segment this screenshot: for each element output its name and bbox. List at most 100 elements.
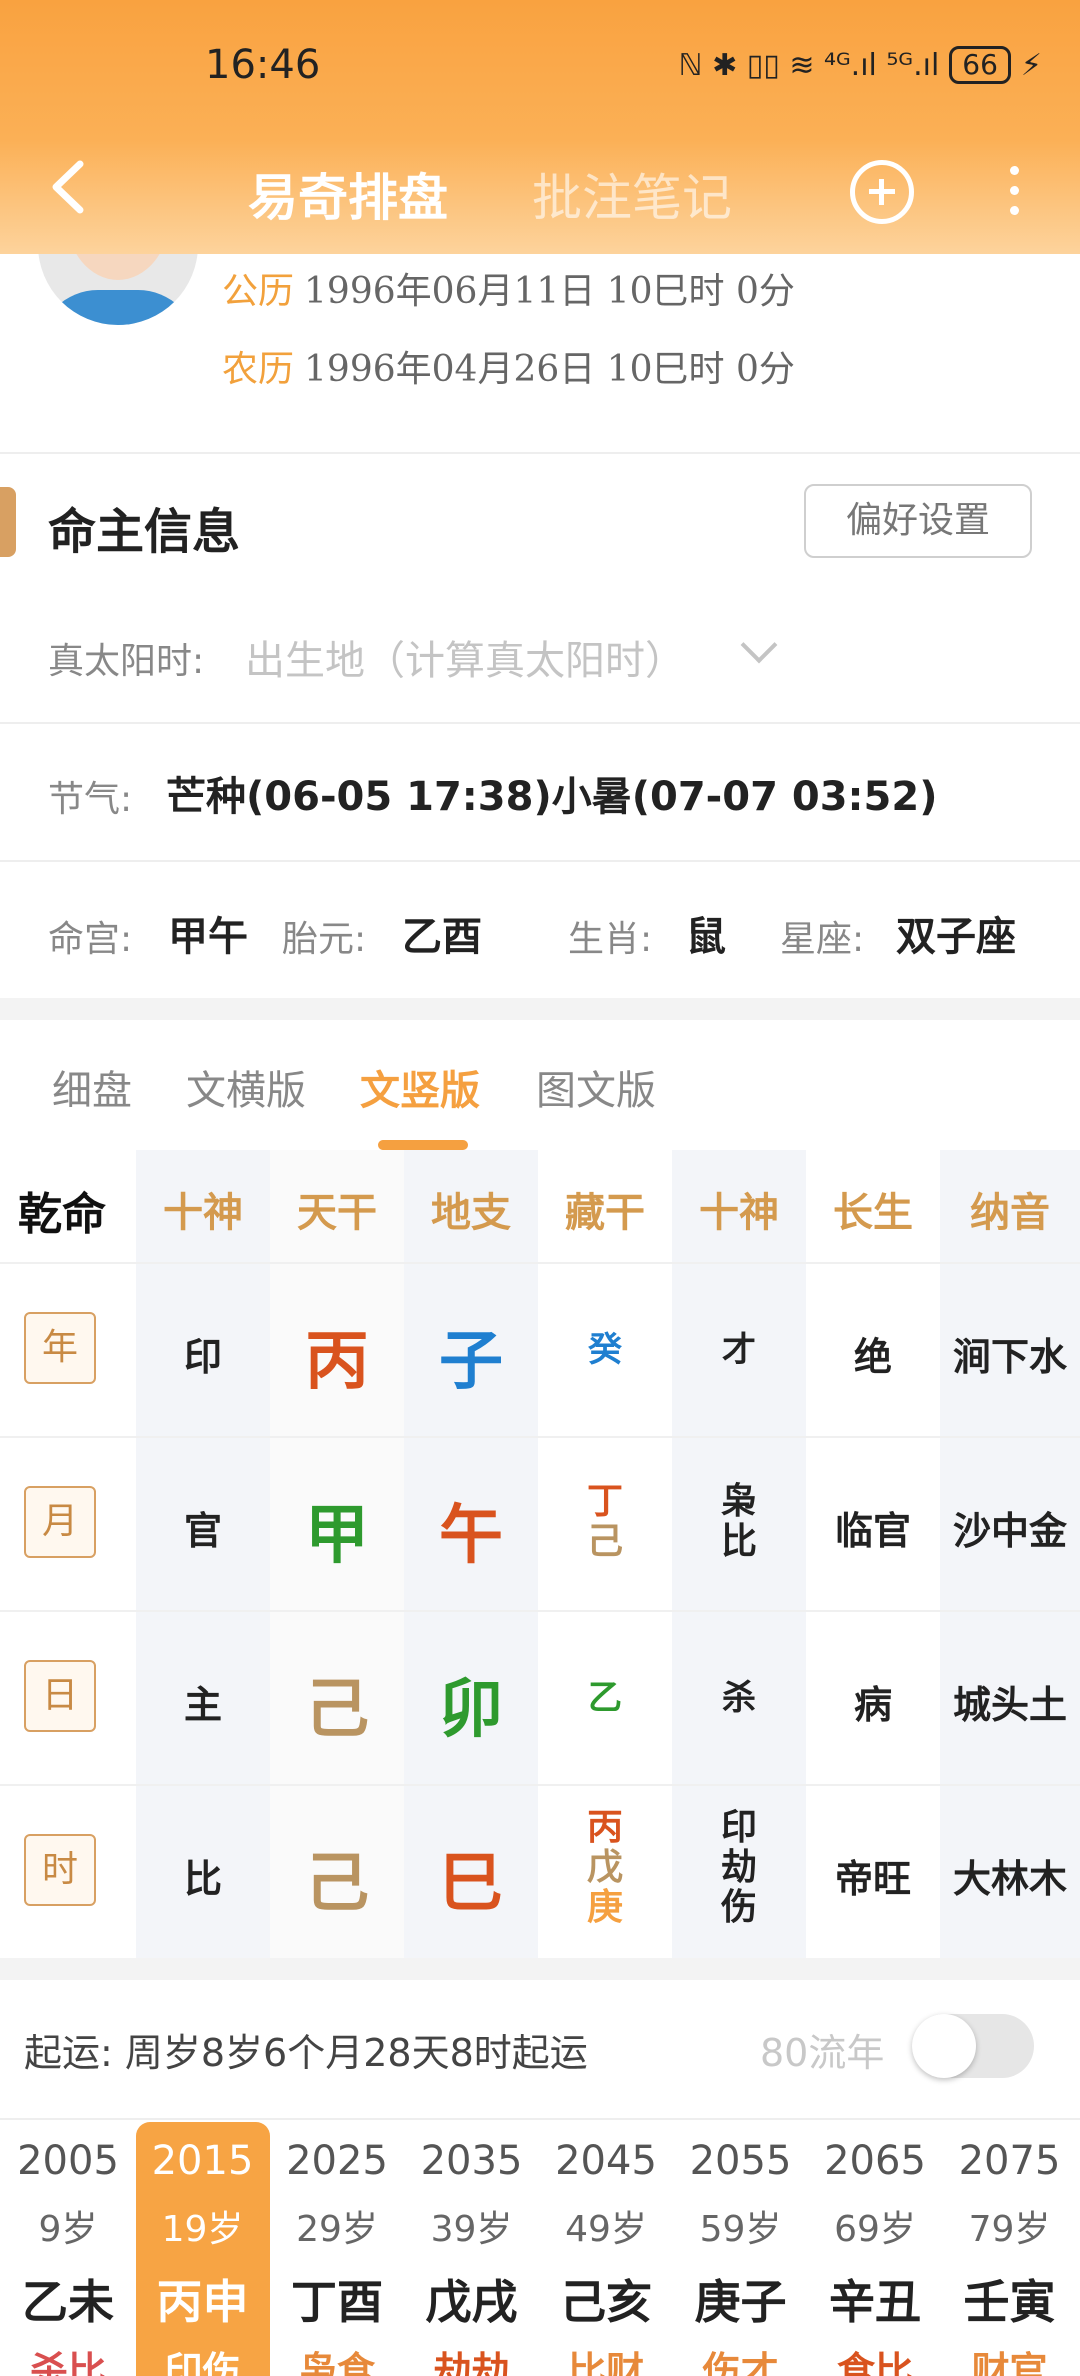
gan-month: 甲 [305, 1499, 369, 1573]
pillar-hour: 时 [24, 1834, 96, 1906]
dayun-ganzhi: 乙未 [22, 2275, 114, 2329]
dayun-year: 2025 [286, 2138, 388, 2184]
dayun-column[interactable]: 2035 39岁 戊戌 劫劫 [405, 2122, 539, 2376]
app-header: 16:46 ℕ ✱ ▯▯ ≋ ⁴ᴳ.ıl ⁵ᴳ.ıl 66 ⚡ 易奇排盘 批注笔… [0, 0, 1080, 254]
shishen2-item: 劫 [720, 1847, 757, 1888]
section-gap [0, 1958, 1080, 1980]
dayun-age: 79岁 [968, 2209, 1051, 2250]
pillar-day: 日 [24, 1660, 96, 1732]
dayun-year: 2065 [824, 2138, 926, 2184]
zhi-year: 子 [439, 1325, 503, 1399]
chevron-down-icon[interactable] [740, 626, 778, 664]
solar-label: 公历 [222, 271, 295, 312]
divider [0, 722, 1080, 724]
dayun-age: 49岁 [565, 2209, 647, 2250]
shishen-hour: 比 [183, 1857, 222, 1901]
lunar-value: 1996年04月26日 10巳时 0分 [304, 349, 795, 390]
add-circle-icon[interactable] [850, 160, 914, 224]
shishen2-hour: 印 劫 伤 [672, 1808, 806, 1928]
dayun-column[interactable]: 2025 29岁丁酉枭食 [270, 2122, 404, 2376]
solar-value: 1996年06月11日 10巳时 0分 [304, 271, 795, 312]
liunian-toggle[interactable] [912, 2014, 1034, 2078]
canggan-item: 庚 [586, 1887, 623, 1928]
active-tab-indicator [378, 1140, 468, 1150]
gan-day: 己 [305, 1673, 369, 1747]
row-divider [0, 1610, 1080, 1612]
dayun-column[interactable]: 2075 79岁壬寅财官 [943, 2122, 1077, 2376]
dayun-age: 19岁 [161, 2209, 244, 2250]
dayun-ganzhi: 丁酉 [291, 2275, 383, 2329]
xingzuo-label: 星座: [780, 919, 865, 960]
dayun-column[interactable]: 2065 69岁 辛丑 食比 [808, 2122, 942, 2376]
header-dizhi: 地支 [431, 1190, 511, 1236]
shishen2-item: 印 [720, 1807, 757, 1848]
divider [0, 2118, 1080, 2120]
tab-wenshu[interactable]: 文竖版 [360, 1058, 480, 1116]
nav-bar: 易奇排盘 批注笔记 [0, 130, 1080, 250]
divider [0, 860, 1080, 862]
dayun-shishen: 比财 [567, 2349, 644, 2376]
shishen-month: 官 [183, 1509, 222, 1553]
dayun-year: 2015 [151, 2138, 254, 2184]
tab-notes[interactable]: 批注笔记 [532, 158, 732, 230]
lunar-label: 农历 [222, 349, 295, 390]
back-arrow-icon[interactable] [40, 152, 100, 222]
battery-icon: 66 [949, 46, 1011, 84]
shishen2-item: 枭 [720, 1481, 757, 1522]
pillar-month: 月 [24, 1486, 96, 1558]
shishen-year: 印 [183, 1335, 222, 1379]
tab-xipan[interactable]: 细盘 [52, 1058, 132, 1116]
tab-paipan[interactable]: 易奇排盘 [248, 158, 448, 230]
more-vertical-icon[interactable] [1004, 166, 1024, 226]
shishen2-item: 伤 [720, 1887, 757, 1928]
dayun-year: 2005 [17, 2138, 119, 2184]
dayun-shishen: 印伤 [164, 2349, 241, 2376]
header-shishen: 十神 [163, 1190, 243, 1236]
dayun-age: 9岁 [38, 2209, 98, 2250]
dayun-shishen: 财官 [971, 2349, 1048, 2376]
charging-icon: ⚡ [1020, 47, 1042, 83]
toggle-knob [912, 2014, 976, 2078]
tab-wenheng[interactable]: 文横版 [186, 1058, 306, 1116]
dayun-year: 2075 [958, 2138, 1061, 2184]
dayun-age: 29岁 [296, 2209, 378, 2250]
changsheng-year: 绝 [853, 1335, 892, 1379]
gan-hour: 己 [305, 1847, 369, 1921]
changsheng-month: 临官 [834, 1509, 911, 1553]
shengxiao-label: 生肖: [568, 919, 653, 960]
preferences-button[interactable]: 偏好设置 [804, 484, 1032, 558]
row-divider [0, 1262, 1080, 1264]
taiyuan-value: 乙酉 [402, 914, 482, 960]
birthplace-select[interactable]: 出生地（计算真太阳时） [245, 628, 685, 686]
lunar-date-row: 农历 1996年04月26日 10巳时 0分 [222, 340, 795, 392]
dayun-column[interactable]: 2005 9岁乙未杀比 [1, 2122, 135, 2376]
xingzuo-value: 双子座 [896, 914, 1016, 960]
jieqi-label: 节气: [48, 779, 133, 820]
shishen2-month: 枭 比 [672, 1482, 806, 1562]
header-shishen2: 十神 [699, 1190, 779, 1236]
tab-tuwen[interactable]: 图文版 [536, 1058, 656, 1116]
gender-label: 乾命 [18, 1189, 106, 1240]
dayun-shishen: 枭食 [298, 2349, 375, 2376]
dayun-age: 39岁 [430, 2209, 513, 2250]
liunian-label: 80流年 [760, 2031, 885, 2075]
zhi-day: 卯 [439, 1673, 503, 1747]
canggan-year: 癸 [588, 1330, 622, 1370]
true-solar-label: 真太阳时: [48, 641, 205, 682]
dayun-column[interactable]: 2055 59岁 庚子 伤才 [674, 2122, 808, 2376]
taiyuan-label: 胎元: [282, 919, 367, 960]
solar-date-row: 公历 1996年06月11日 10巳时 0分 [222, 262, 795, 314]
canggan-day: 乙 [588, 1678, 622, 1718]
shishen2-day: 杀 [722, 1678, 756, 1718]
minggong-label: 命宫: [48, 919, 133, 960]
dayun-column[interactable]: 2045 49岁 己亥 比财 [539, 2122, 673, 2376]
dayun-shishen: 杀比 [29, 2349, 106, 2376]
dayun-year: 2045 [555, 2138, 657, 2184]
dayun-ganzhi: 丙申 [156, 2275, 249, 2329]
dayun-ganzhi: 壬寅 [963, 2275, 1056, 2329]
dayun-column[interactable]: 2015 19岁丙申印伤 [135, 2122, 270, 2376]
dayun-shishen: 劫劫 [433, 2349, 510, 2376]
nayin-hour: 大林木 [952, 1857, 1067, 1901]
dayun-shishen: 伤才 [702, 2349, 779, 2376]
nayin-month: 沙中金 [952, 1509, 1067, 1553]
